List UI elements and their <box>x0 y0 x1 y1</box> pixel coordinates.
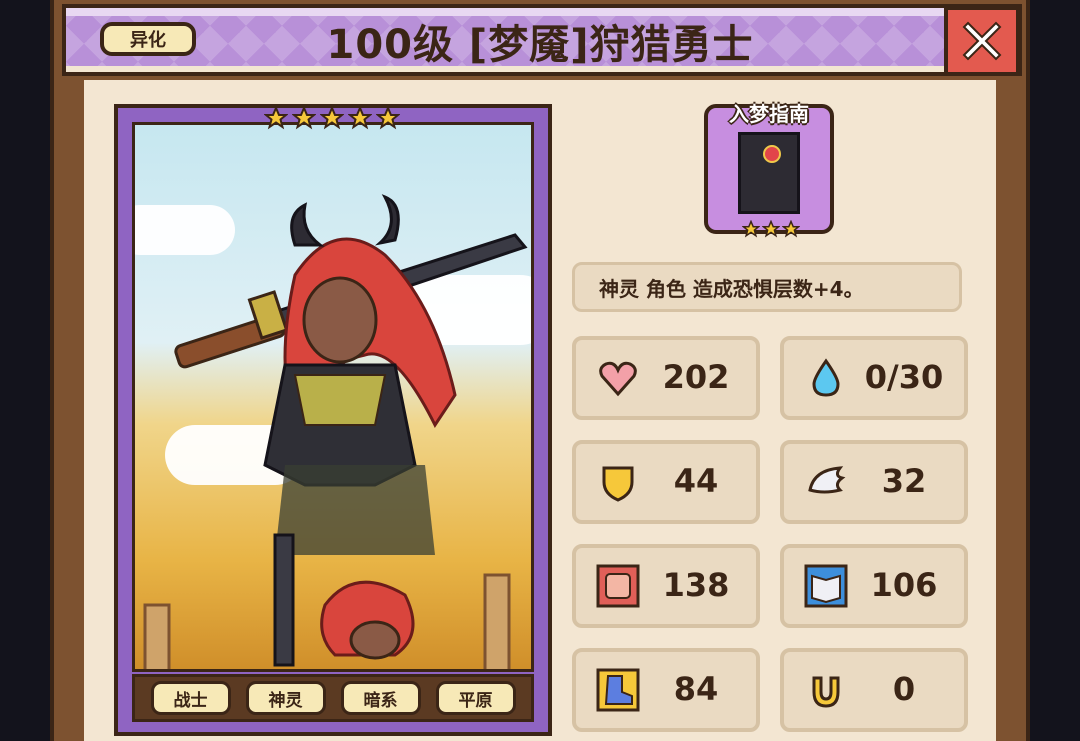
stat-attack: 138 <box>572 544 760 628</box>
close-button[interactable] <box>944 6 1020 76</box>
stat-luck: 0 <box>780 648 968 732</box>
stat-movement: 84 <box>572 648 760 732</box>
star-icon <box>762 220 780 238</box>
star-icon <box>782 220 800 238</box>
trait-tags: 战士 神灵 暗系 平原 <box>132 674 534 722</box>
spellbook-icon <box>804 564 848 608</box>
stat-value: 202 <box>662 358 730 396</box>
star-icon <box>742 220 760 238</box>
shield-icon <box>602 466 634 502</box>
character-portrait <box>132 122 534 672</box>
stat-value: 138 <box>662 566 730 604</box>
stat-value: 0 <box>892 670 916 708</box>
star-icon <box>320 106 344 130</box>
rarity-stars <box>264 106 400 130</box>
stat-magic: 106 <box>780 544 968 628</box>
boot-icon <box>596 668 640 712</box>
stat-value: 0/30 <box>864 358 944 396</box>
wing-icon <box>808 466 846 494</box>
star-icon <box>376 106 400 130</box>
horseshoe-icon <box>812 676 840 708</box>
heart-icon <box>599 361 637 397</box>
character-card[interactable]: 战士 神灵 暗系 平原 <box>114 104 552 736</box>
relic-name: 入梦指南 <box>729 102 809 126</box>
fist-icon <box>596 564 640 608</box>
relic-stars <box>742 220 800 238</box>
stat-speed: 32 <box>780 440 968 524</box>
close-icon <box>962 21 1002 61</box>
stat-value: 84 <box>673 670 719 708</box>
stat-mana: 0/30 <box>780 336 968 420</box>
hunter-warrior-sprite <box>143 194 528 669</box>
stat-defense: 44 <box>572 440 760 524</box>
stat-value: 44 <box>673 462 719 500</box>
mutation-button[interactable]: 异化 <box>100 22 196 56</box>
spellbook-icon <box>738 132 800 214</box>
stat-value: 106 <box>870 566 938 604</box>
star-icon <box>292 106 316 130</box>
tag-deity[interactable]: 神灵 <box>245 681 326 715</box>
star-icon <box>264 106 288 130</box>
gem-icon <box>763 145 781 163</box>
tag-plains[interactable]: 平原 <box>435 681 516 715</box>
tag-dark[interactable]: 暗系 <box>340 681 421 715</box>
stat-health: 202 <box>572 336 760 420</box>
water-drop-icon <box>812 358 840 397</box>
tag-warrior[interactable]: 战士 <box>150 681 231 715</box>
star-icon <box>348 106 372 130</box>
stat-value: 32 <box>881 462 927 500</box>
ability-description: 神灵 角色 造成恐惧层数+4。 <box>572 262 962 312</box>
